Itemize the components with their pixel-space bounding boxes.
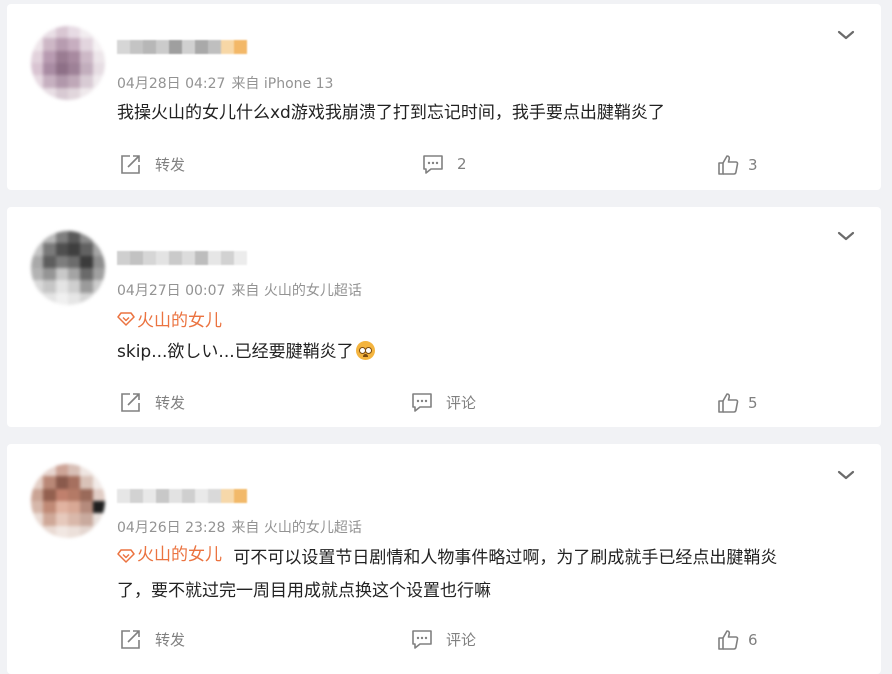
topic-label: 火山的女儿 <box>137 311 222 331</box>
post-meta: 04月27日 00:07 来自 火山的女儿超话 <box>117 280 362 300</box>
repost-label: 转发 <box>155 393 186 412</box>
comment-label: 评论 <box>446 393 477 412</box>
avatar[interactable] <box>31 231 105 305</box>
comment-icon <box>412 630 432 649</box>
username-redacted[interactable] <box>117 251 247 267</box>
comment-card-3: 04月26日 23:28 来自 火山的女儿超话 火山的女儿 可不可以设置节日剧情和… <box>7 444 881 674</box>
post-source: 来自 火山的女儿超话 <box>231 520 362 536</box>
repost-icon <box>121 630 140 649</box>
comment-button[interactable]: 2 <box>421 153 467 175</box>
like-button[interactable]: 5 <box>716 391 758 415</box>
comment-text-line: 了，要不就过完一周目用成就点换这个设置也行嘛 <box>117 580 491 601</box>
repost-label: 转发 <box>155 630 186 649</box>
comment-count: 2 <box>457 155 467 173</box>
avatar[interactable] <box>31 464 105 538</box>
topic-tag[interactable]: 火山的女儿 <box>117 306 222 331</box>
topic-label: 火山的女儿 <box>137 545 222 565</box>
avatar[interactable] <box>31 26 105 100</box>
chevron-down-icon[interactable] <box>837 28 855 42</box>
comment-card-1: 04月28日 04:27 来自 iPhone 13 我操火山的女儿什么xd游戏我崩… <box>7 4 881 190</box>
comment-icon <box>412 393 432 412</box>
comment-button[interactable]: 评论 <box>410 391 476 413</box>
post-meta: 04月28日 04:27 来自 iPhone 13 <box>117 73 333 93</box>
like-count: 6 <box>748 631 758 649</box>
repost-icon <box>121 155 140 174</box>
like-count: 3 <box>748 156 758 174</box>
username-redacted[interactable] <box>117 40 247 56</box>
comment-text-line: skip...欲しい...已经要腱鞘炎了 <box>117 342 354 362</box>
comment-text: 火山的女儿 可不可以设置节日剧情和人物事件略过啊，为了刷成就手已经点出腱鞘炎 了… <box>117 539 777 608</box>
chevron-down-icon[interactable] <box>837 468 855 482</box>
comment-icon <box>423 155 443 174</box>
like-button[interactable]: 3 <box>716 153 758 177</box>
topic-line: 火山的女儿 <box>117 306 222 331</box>
like-icon <box>718 630 739 650</box>
comment-text-line: 我操火山的女儿什么xd游戏我崩溃了打到忘记时间，我手要点出腱鞘炎了 <box>117 103 665 123</box>
post-source: 来自 iPhone 13 <box>231 76 334 92</box>
topic-icon <box>117 311 135 326</box>
like-icon <box>718 155 739 175</box>
post-time: 04月28日 04:27 <box>117 76 226 92</box>
comment-text: skip...欲しい...已经要腱鞘炎了 <box>117 336 375 369</box>
like-icon <box>718 393 739 413</box>
comment-card-2: 04月27日 00:07 来自 火山的女儿超话 火山的女儿 skip...欲しい.… <box>7 207 881 427</box>
emoji-icon <box>355 341 375 360</box>
repost-button[interactable]: 转发 <box>119 391 185 413</box>
comment-label: 评论 <box>446 630 477 649</box>
comment-text: 我操火山的女儿什么xd游戏我崩溃了打到忘记时间，我手要点出腱鞘炎了 <box>117 97 665 130</box>
post-time: 04月27日 00:07 <box>117 283 226 299</box>
repost-label: 转发 <box>155 155 186 174</box>
topic-icon <box>117 548 135 563</box>
topic-tag[interactable]: 火山的女儿 <box>117 539 222 572</box>
post-time: 04月26日 23:28 <box>117 520 226 536</box>
repost-icon <box>121 393 140 412</box>
chevron-down-icon[interactable] <box>837 229 855 243</box>
like-count: 5 <box>748 394 758 412</box>
post-meta: 04月26日 23:28 来自 火山的女儿超话 <box>117 517 362 537</box>
like-button[interactable]: 6 <box>716 628 758 652</box>
post-source: 来自 火山的女儿超话 <box>231 283 362 299</box>
comment-text-line: 可不可以设置节日剧情和人物事件略过啊，为了刷成就手已经点出腱鞘炎 <box>233 547 778 568</box>
repost-button[interactable]: 转发 <box>119 628 185 650</box>
repost-button[interactable]: 转发 <box>119 153 185 175</box>
comment-button[interactable]: 评论 <box>410 628 476 650</box>
username-redacted[interactable] <box>117 489 247 505</box>
